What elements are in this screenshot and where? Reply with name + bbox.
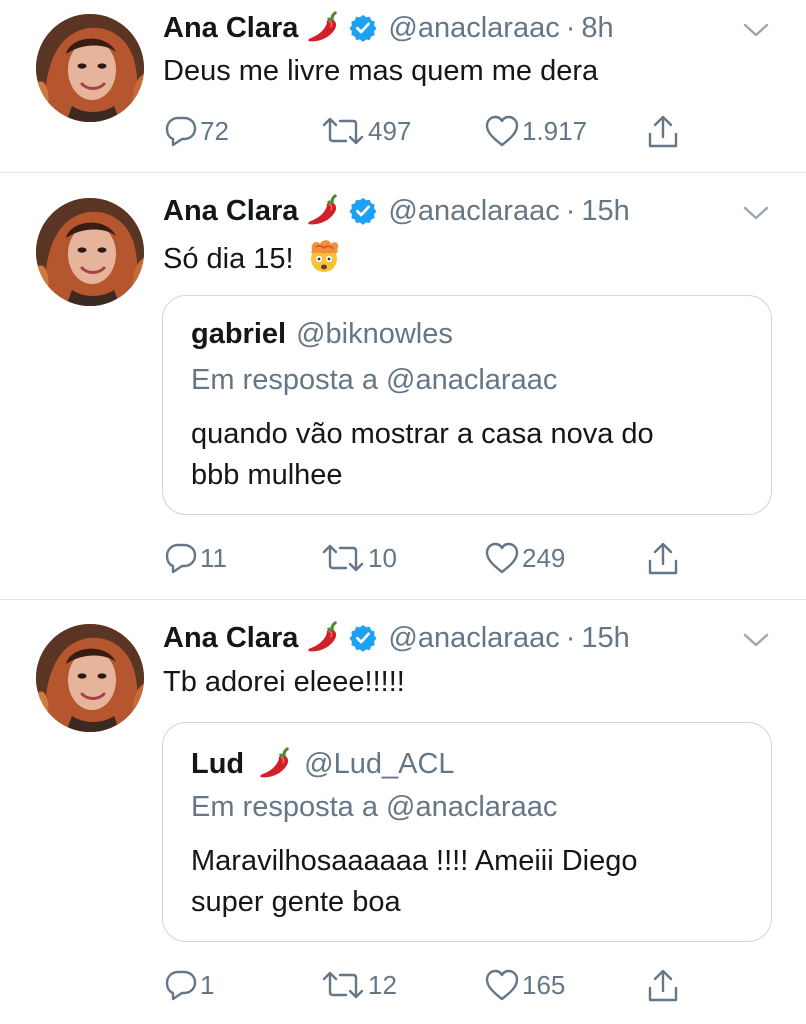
avatar[interactable]: [36, 198, 144, 306]
pepper-emoji-icon: [304, 9, 342, 47]
verified-badge-icon: [348, 196, 378, 226]
chevron-down-icon[interactable]: [742, 203, 770, 223]
tweet[interactable]: Ana Clara @anaclaraac · 15h Tb adorei el…: [0, 600, 806, 1024]
tweet[interactable]: Ana Clara @anaclaraac · 8h Deus me livre…: [0, 0, 806, 172]
tweet-text: Só dia 15!: [163, 243, 294, 275]
heart-icon: [484, 541, 520, 575]
author-name[interactable]: Ana Clara: [163, 622, 298, 655]
quoted-tweet-header: gabriel @biknowles: [191, 318, 453, 351]
retweet-button[interactable]: 497: [320, 114, 411, 148]
reply-icon: [164, 968, 198, 1002]
heart-icon: [484, 968, 520, 1002]
quoted-text-line: super gente boa: [191, 886, 401, 918]
heart-icon: [484, 114, 520, 148]
share-button[interactable]: [646, 114, 680, 150]
pepper-emoji-icon: [304, 192, 342, 230]
reply-button[interactable]: 1: [164, 968, 214, 1002]
quoted-tweet[interactable]: gabriel @biknowles Em resposta a @anacla…: [162, 295, 772, 515]
tweet-actions: 11 10 249: [0, 541, 806, 581]
chevron-down-icon[interactable]: [742, 630, 770, 650]
quoted-reply-to: Em resposta a @anaclaraac: [191, 791, 558, 823]
quoted-author-handle: @biknowles: [296, 318, 453, 350]
tweet-time[interactable]: 15h: [581, 622, 629, 655]
share-icon: [646, 968, 680, 1004]
reply-count: 1: [200, 969, 215, 1000]
author-handle[interactable]: @anaclaraac: [388, 622, 559, 655]
retweet-icon: [320, 968, 366, 1002]
tweet-header: Ana Clara @anaclaraac · 15h: [163, 618, 766, 658]
tweet-text-row: Só dia 15!: [163, 238, 342, 276]
separator: ·: [565, 621, 576, 654]
reply-button[interactable]: 11: [164, 541, 227, 575]
avatar[interactable]: [36, 624, 144, 732]
quoted-tweet-header: Lud @Lud_ACL: [191, 745, 455, 783]
like-count: 1.917: [522, 115, 588, 146]
quoted-text-line: quando vão mostrar a casa nova do: [191, 418, 654, 450]
quoted-author-name: gabriel: [191, 318, 287, 350]
tweet-time[interactable]: 8h: [581, 12, 613, 45]
reply-icon: [164, 114, 198, 148]
share-icon: [646, 541, 680, 577]
quoted-tweet[interactable]: Lud @Lud_ACL Em resposta a @anaclaraac M…: [162, 722, 772, 942]
tweet-actions: 1 12 165: [0, 968, 806, 1008]
tweet-actions: 72 497 1.917: [0, 114, 806, 154]
quoted-tweet-text: quando vão mostrar a casa nova do bbb mu…: [191, 414, 751, 496]
reply-icon: [164, 541, 198, 575]
separator: ·: [565, 194, 576, 227]
avatar[interactable]: [36, 14, 144, 122]
retweet-count: 10: [368, 542, 397, 573]
separator: ·: [565, 11, 576, 44]
share-icon: [646, 114, 680, 150]
author-name[interactable]: Ana Clara: [163, 12, 298, 45]
like-button[interactable]: 1.917: [484, 114, 587, 148]
share-button[interactable]: [646, 968, 680, 1004]
tweet-header: Ana Clara @anaclaraac · 8h: [163, 8, 766, 48]
tweet-text: Deus me livre mas quem me dera: [163, 55, 599, 87]
retweet-count: 497: [368, 115, 412, 146]
like-count: 249: [522, 542, 566, 573]
tweet[interactable]: Ana Clara @anaclaraac · 15h Só dia 15! g…: [0, 173, 806, 599]
reply-count: 11: [200, 542, 227, 573]
retweet-button[interactable]: 10: [320, 541, 397, 575]
retweet-icon: [320, 541, 366, 575]
pepper-emoji-icon: [256, 745, 294, 783]
verified-badge-icon: [348, 13, 378, 43]
retweet-icon: [320, 114, 366, 148]
tweet-text: Tb adorei eleee!!!!!: [163, 666, 405, 698]
quoted-author-handle: @Lud_ACL: [304, 747, 455, 780]
like-button[interactable]: 249: [484, 541, 565, 575]
quoted-author-name: Lud: [191, 747, 245, 780]
retweet-button[interactable]: 12: [320, 968, 397, 1002]
reply-button[interactable]: 72: [164, 114, 229, 148]
retweet-count: 12: [368, 969, 397, 1000]
quoted-text-line: Maravilhosaaaaaa !!!! Ameiii Diego: [191, 845, 638, 877]
quoted-reply-to: Em resposta a @anaclaraac: [191, 364, 558, 396]
pepper-emoji-icon: [304, 619, 342, 657]
like-count: 165: [522, 969, 566, 1000]
verified-badge-icon: [348, 623, 378, 653]
exploding-head-emoji-icon: [306, 238, 342, 274]
author-handle[interactable]: @anaclaraac: [388, 195, 559, 228]
tweet-time[interactable]: 15h: [581, 195, 629, 228]
author-handle[interactable]: @anaclaraac: [388, 12, 559, 45]
like-button[interactable]: 165: [484, 968, 565, 1002]
tweet-header: Ana Clara @anaclaraac · 15h: [163, 191, 766, 231]
timeline: Ana Clara @anaclaraac · 8h Deus me livre…: [0, 0, 806, 1024]
share-button[interactable]: [646, 541, 680, 577]
chevron-down-icon[interactable]: [742, 20, 770, 40]
quoted-text-line: bbb mulhee: [191, 459, 343, 491]
quoted-tweet-text: Maravilhosaaaaaa !!!! Ameiii Diego super…: [191, 841, 751, 923]
reply-count: 72: [200, 115, 229, 146]
author-name[interactable]: Ana Clara: [163, 195, 298, 228]
